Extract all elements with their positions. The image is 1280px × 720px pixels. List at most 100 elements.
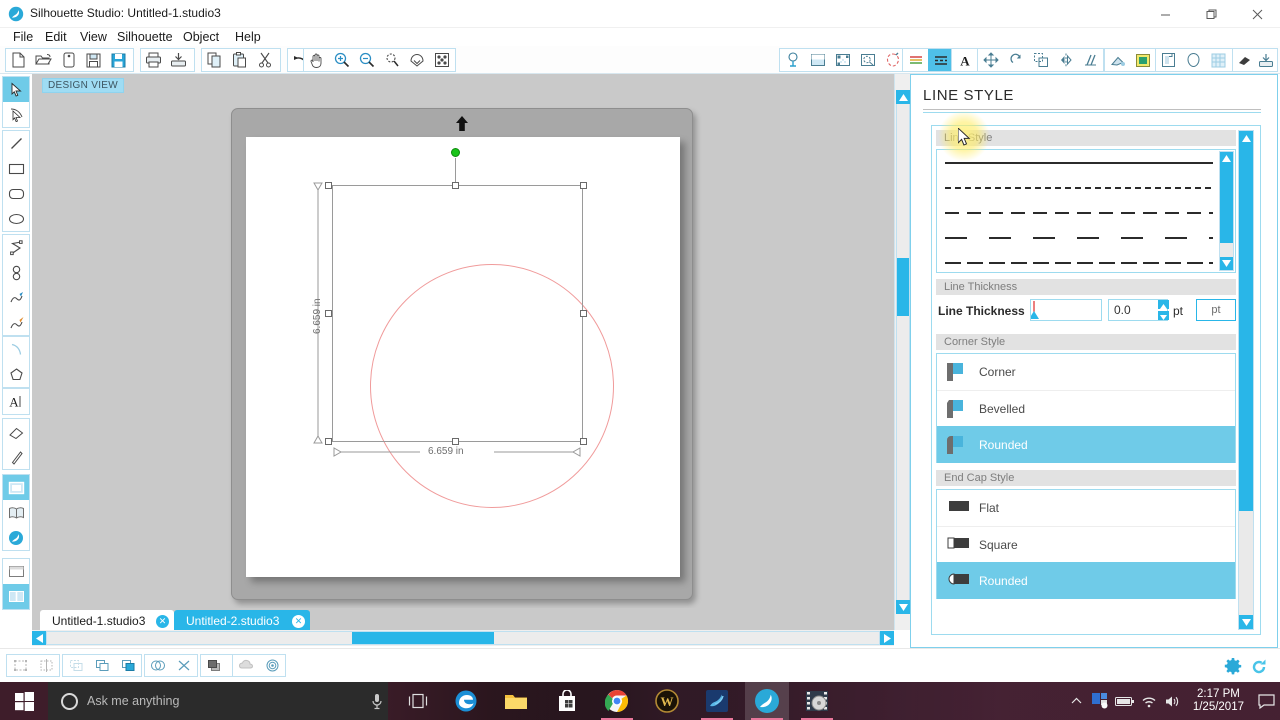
unit-select-button[interactable]: pt (1196, 299, 1236, 321)
volume-icon[interactable] (1161, 682, 1185, 720)
send-to-silhouette-icon[interactable] (166, 49, 191, 71)
fill-color-icon[interactable] (1105, 49, 1130, 71)
design-view-icon[interactable] (3, 475, 29, 500)
weld-icon[interactable] (115, 655, 141, 676)
canvas-vertical-scrollbar[interactable] (894, 74, 910, 630)
vscroll-thumb[interactable] (897, 258, 909, 316)
close-tab-icon[interactable]: ✕ (156, 615, 169, 628)
line-thickness-slider[interactable] (1029, 299, 1102, 321)
panel-scroll-thumb[interactable] (1239, 145, 1253, 511)
move-icon[interactable] (978, 49, 1003, 71)
corner-style-list[interactable]: Corner Bevelled Rounded (936, 353, 1236, 463)
settings-gear-icon[interactable] (1224, 658, 1242, 679)
eraser-tool-icon[interactable] (3, 419, 29, 444)
cut-settings-icon[interactable] (780, 49, 805, 71)
line-style-scroll-down-icon[interactable] (1220, 257, 1233, 270)
taskbar-app-edge[interactable] (444, 682, 488, 720)
show-hidden-icons-icon[interactable] (1065, 682, 1089, 720)
line-style-previews[interactable] (937, 150, 1235, 272)
group-icon[interactable] (7, 655, 33, 676)
zoom-in-icon[interactable] (329, 49, 354, 71)
line-style-icon[interactable] (928, 49, 953, 71)
menu-view[interactable]: View (73, 28, 114, 46)
line-style-scroll-thumb[interactable] (1220, 165, 1233, 243)
taskbar-app-microsoft-store[interactable] (545, 682, 589, 720)
scroll-down-icon[interactable] (896, 600, 910, 614)
new-document-icon[interactable] (6, 49, 31, 71)
detach-icon[interactable] (171, 655, 197, 676)
end-cap-style-list[interactable]: Flat Square Rounded (936, 489, 1236, 599)
panel-scroll-down-icon[interactable] (1239, 615, 1253, 629)
zoom-out-icon[interactable] (354, 49, 379, 71)
regular-polygon-tool-icon[interactable] (3, 362, 29, 387)
fit-to-page-icon[interactable] (404, 49, 429, 71)
save-as-icon[interactable] (106, 49, 131, 71)
library-book-icon[interactable] (3, 500, 29, 525)
make-compound-path-icon[interactable] (63, 655, 89, 676)
line-tool-icon[interactable] (3, 131, 29, 156)
shear-icon[interactable] (1078, 49, 1103, 71)
corner-style-option-bevelled[interactable]: Bevelled (937, 390, 1235, 426)
modify-icon[interactable] (1156, 49, 1181, 71)
mirror-icon[interactable] (1053, 49, 1078, 71)
registration-marks-icon[interactable] (830, 49, 855, 71)
cut-scissors-icon[interactable] (252, 49, 277, 71)
knife-tool-icon[interactable] (3, 444, 29, 469)
menu-silhouette[interactable]: Silhouette (110, 28, 180, 46)
wifi-icon[interactable] (1137, 682, 1161, 720)
sync-refresh-icon[interactable] (1250, 658, 1268, 679)
corner-style-option-corner[interactable]: Corner (937, 354, 1235, 390)
end-cap-option-flat[interactable]: Flat (937, 490, 1235, 526)
release-compound-path-icon[interactable] (89, 655, 115, 676)
taskbar-app-silhouette-studio[interactable] (745, 682, 789, 720)
slider-handle-icon[interactable] (1029, 300, 1101, 320)
freehand-tool-icon[interactable] (3, 285, 29, 310)
taskbar-app-chrome[interactable] (595, 682, 639, 720)
text-style-icon[interactable]: A (952, 49, 977, 71)
rectangle-tool-icon[interactable] (3, 156, 29, 181)
select-arrow-icon[interactable] (3, 77, 29, 102)
battery-icon[interactable] (1113, 682, 1137, 720)
handle-sw[interactable] (325, 438, 332, 445)
panel-scroll-up-icon[interactable] (1239, 131, 1253, 145)
zoom-selection-icon[interactable] (379, 49, 404, 71)
eraser-icon[interactable] (1233, 49, 1255, 71)
document-tab-2[interactable]: Untitled-2.studio3 ✕ (174, 610, 310, 632)
bring-to-front-icon[interactable] (201, 655, 227, 676)
arc-tool-icon[interactable] (3, 337, 29, 362)
rotate-icon[interactable] (1003, 49, 1028, 71)
menu-help[interactable]: Help (228, 28, 268, 46)
scroll-left-icon[interactable] (32, 631, 46, 645)
taskbar-app-blue-app[interactable] (695, 682, 739, 720)
ellipse-tool-icon[interactable] (3, 206, 29, 231)
maximize-icon[interactable] (1188, 0, 1234, 28)
smooth-freehand-tool-icon[interactable] (3, 310, 29, 335)
onedrive-blue-icon[interactable] (1089, 682, 1113, 720)
vscroll-track[interactable] (896, 90, 910, 614)
handle-e[interactable] (580, 310, 587, 317)
fit-to-window-icon[interactable] (429, 49, 454, 71)
menu-object[interactable]: Object (176, 28, 226, 46)
scroll-right-icon[interactable] (880, 631, 894, 645)
line-style-list[interactable] (936, 149, 1236, 273)
polygon-tool-icon[interactable] (3, 235, 29, 260)
grid-icon[interactable] (1206, 49, 1231, 71)
print-bleed-icon[interactable] (855, 49, 880, 71)
handle-nw[interactable] (325, 182, 332, 189)
spinner-up-icon[interactable] (1158, 300, 1169, 309)
microphone-icon[interactable] (355, 682, 399, 720)
taskbar-app-world-of-warcraft[interactable]: W (645, 682, 689, 720)
windows-start-icon[interactable] (0, 682, 48, 720)
taskbar-app-file-explorer[interactable] (494, 682, 538, 720)
close-tab-icon[interactable]: ✕ (292, 615, 305, 628)
open-recent-icon[interactable] (56, 49, 81, 71)
minimize-icon[interactable] (1142, 0, 1188, 28)
curve-tool-icon[interactable] (3, 260, 29, 285)
rounded-rectangle-tool-icon[interactable] (3, 181, 29, 206)
print-icon[interactable] (141, 49, 166, 71)
canvas-horizontal-scrollbar[interactable] (32, 630, 894, 646)
menu-edit[interactable]: Edit (38, 28, 74, 46)
shadow-icon[interactable] (233, 655, 259, 676)
task-view-icon[interactable] (396, 682, 440, 720)
document-tab-1[interactable]: Untitled-1.studio3 ✕ (40, 610, 174, 632)
